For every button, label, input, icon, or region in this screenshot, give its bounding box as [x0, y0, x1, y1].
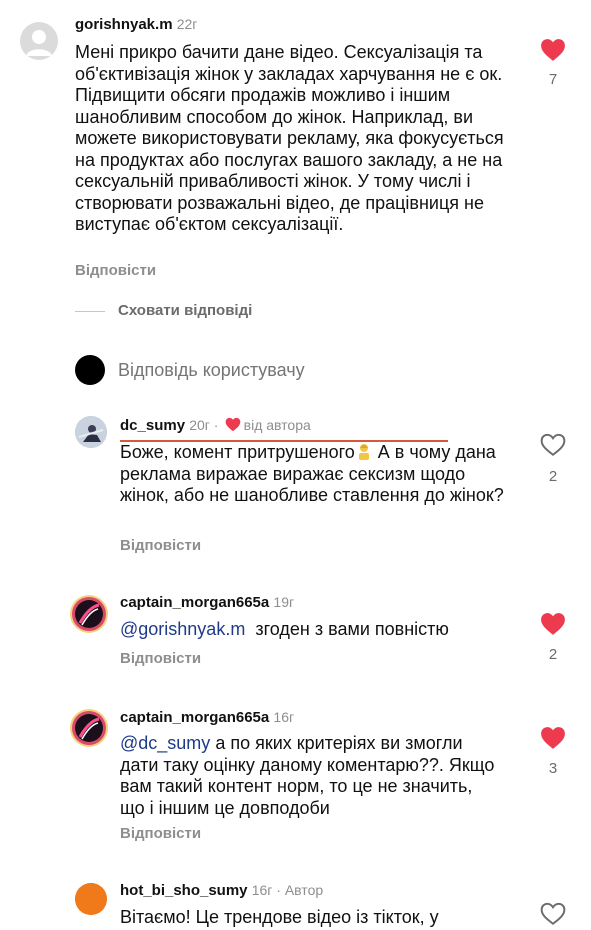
mention-link[interactable]: @dc_sumy	[120, 733, 210, 753]
like-count: 2	[548, 646, 558, 663]
heart-outline-icon	[540, 902, 566, 925]
person-emoji-icon	[358, 444, 369, 460]
comment-captain-2: captain_morgan665a 16г @dc_sumy а по яки…	[0, 705, 591, 845]
comment-text: @dc_sumy а по яких критеріях ви змогли д…	[120, 733, 500, 819]
comment-text: Вітаємо! Це трендове відео із тікток, у	[120, 907, 439, 927]
heart-filled-icon	[541, 613, 565, 635]
comment-text: @gorishnyak.m згоден з вами повністю	[120, 619, 510, 641]
comment-dc-sumy: dc_sumy 20г · від автора Боже, комент пр…	[0, 405, 591, 555]
dc-sumy-avatar	[75, 416, 107, 448]
default-avatar-icon	[26, 30, 52, 56]
meta-separator: ·	[209, 417, 219, 433]
mention-link[interactable]: @gorishnyak.m	[120, 619, 245, 639]
author-badge: Автор	[284, 882, 324, 898]
avatar[interactable]	[75, 883, 107, 915]
comment-time: 19г	[273, 594, 295, 610]
captain-avatar	[72, 597, 106, 631]
comment-time: 22г	[176, 16, 198, 32]
comment-time: 16г	[251, 882, 273, 898]
like-count: 2	[548, 468, 558, 485]
reply-button[interactable]: Відповісти	[120, 650, 201, 667]
comment-text: Мені прикро бачити дане відео. Сексуаліз…	[75, 42, 504, 234]
comment-text-part: Боже, комент притрушеного	[120, 442, 355, 462]
comment-text: Боже, комент притрушеного А в чому дана …	[120, 442, 510, 507]
like-button[interactable]	[540, 433, 566, 457]
comment-gorishnyak: gorishnyak.m 22г Мені прикро бачити дане…	[0, 0, 591, 290]
avatar[interactable]	[75, 416, 107, 448]
reply-input[interactable]	[118, 360, 518, 381]
reply-button[interactable]: Відповісти	[75, 262, 156, 279]
username[interactable]: gorishnyak.m	[75, 16, 173, 33]
comment-username-line: dc_sumy 20г · від автора	[120, 417, 311, 434]
divider	[75, 311, 105, 312]
username[interactable]: captain_morgan665a	[120, 709, 269, 726]
comment-time: 16г	[273, 709, 295, 725]
heart-filled-icon	[541, 39, 565, 61]
like-button[interactable]	[540, 726, 566, 750]
comment-text-part: згоден з вами повністю	[245, 619, 449, 639]
comment-hot-bi-sho: hot_bi_sho_sumy 16г · Автор Вітаємо! Це …	[0, 875, 591, 930]
username[interactable]: dc_sumy	[120, 417, 185, 434]
comment-username-line: captain_morgan665a 19г	[120, 594, 294, 611]
hide-replies-button[interactable]: Сховати відповіді	[118, 302, 252, 319]
avatar[interactable]	[70, 595, 108, 633]
comment-captain-1: captain_morgan665a 19г @gorishnyak.m зго…	[0, 590, 591, 680]
avatar[interactable]	[20, 22, 58, 60]
like-button[interactable]	[540, 902, 566, 926]
reply-button[interactable]: Відповісти	[120, 825, 201, 842]
creator-liked-heart-icon	[225, 417, 240, 432]
heart-outline-icon	[540, 433, 566, 456]
username[interactable]: hot_bi_sho_sumy	[120, 882, 248, 899]
comment-time: 20г	[189, 417, 210, 433]
reply-button[interactable]: Відповісти	[120, 537, 201, 554]
heart-filled-icon	[541, 727, 565, 749]
like-count: 7	[548, 71, 558, 88]
like-count: 3	[548, 760, 558, 777]
comment-username-line: captain_morgan665a 16г	[120, 709, 294, 726]
highlight-underline	[120, 440, 448, 442]
comment-username-line: hot_bi_sho_sumy 16г · Автор	[120, 882, 323, 899]
author-badge: від автора	[243, 417, 311, 433]
hot-bi-sho-logo-avatar	[75, 883, 107, 915]
username[interactable]: captain_morgan665a	[120, 594, 269, 611]
like-button[interactable]	[540, 38, 566, 62]
like-button[interactable]	[540, 612, 566, 636]
meta-separator: ·	[272, 882, 285, 898]
comment-username-line: gorishnyak.m 22г	[75, 16, 197, 33]
current-user-avatar	[75, 355, 105, 385]
avatar[interactable]	[70, 709, 108, 747]
captain-avatar	[72, 711, 106, 745]
